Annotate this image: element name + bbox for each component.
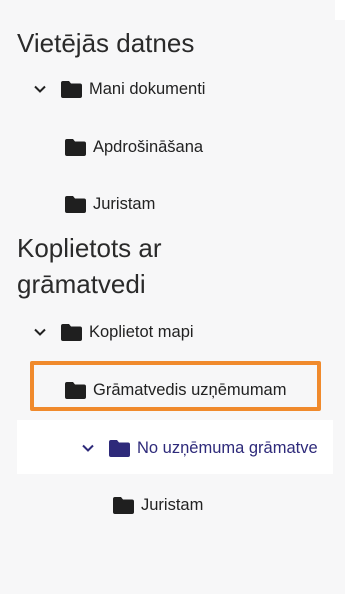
tree-item-apdrosinasana[interactable]: Apdrošināšana	[65, 134, 203, 160]
folder-icon	[113, 496, 134, 514]
tree-item-juristam-2[interactable]: Juristam	[113, 492, 203, 518]
chevron-down-icon[interactable]	[33, 82, 47, 96]
folder-icon	[61, 80, 82, 98]
tree-item-mani-dokumenti[interactable]: Mani dokumenti	[33, 76, 205, 102]
tree-item-label: No uzņēmuma grāmatve	[137, 438, 318, 457]
scroll-thumb[interactable]	[335, 0, 345, 20]
section-title-shared-line2: grāmatvedi	[17, 269, 146, 299]
folder-icon	[109, 439, 130, 457]
section-title-shared: Koplietots ar	[17, 233, 162, 263]
folder-icon	[65, 138, 86, 156]
tree-item-label: Grāmatvedis uzņēmumam	[93, 380, 287, 399]
tree-item-gramatvedis-uznemumam[interactable]: Grāmatvedis uzņēmumam	[65, 377, 286, 403]
tree-item-koplietot-mapi[interactable]: Koplietot mapi	[33, 319, 194, 345]
tree-item-label: Juristam	[93, 194, 156, 213]
folder-icon	[61, 323, 82, 341]
folder-icon	[65, 195, 86, 213]
chevron-down-icon[interactable]	[33, 325, 47, 339]
tree-item-label: Mani dokumenti	[89, 79, 206, 98]
tree-item-label: Apdrošināšana	[93, 137, 204, 156]
tree-item-no-uznemuma-gramatveza[interactable]: No uzņēmuma grāmatve	[81, 435, 333, 461]
tree-item-label: Juristam	[141, 495, 204, 514]
tree-item-juristam[interactable]: Juristam	[65, 191, 155, 217]
chevron-down-icon[interactable]	[81, 441, 95, 455]
scrollbar[interactable]	[333, 0, 345, 594]
folder-icon	[65, 381, 86, 399]
tree-item-label: Koplietot mapi	[89, 322, 194, 341]
section-title-local: Vietējās datnes	[17, 28, 195, 58]
